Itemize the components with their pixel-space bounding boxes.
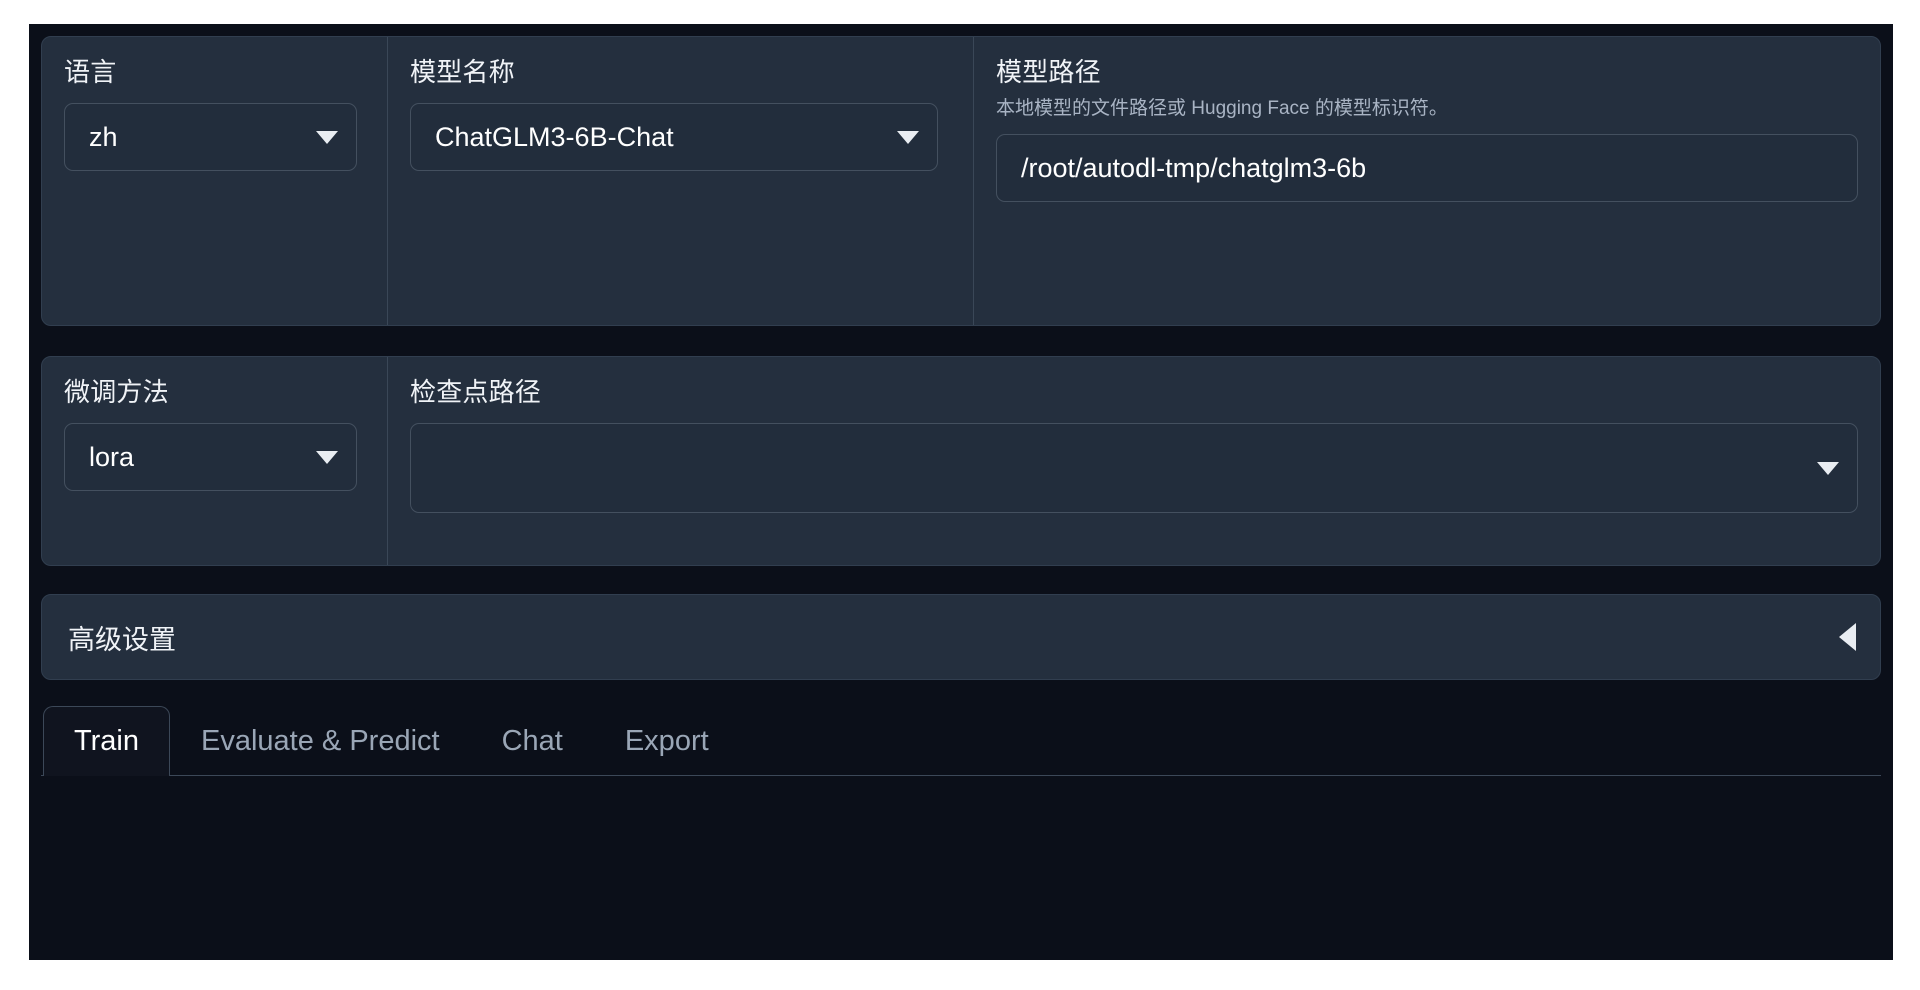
tab-chat-label: Chat	[501, 725, 563, 757]
language-value: zh	[89, 121, 118, 152]
chevron-down-icon	[897, 130, 919, 144]
tab-bar: Train Evaluate & Predict Chat Export	[41, 702, 1881, 776]
language-dropdown[interactable]: zh	[64, 103, 357, 171]
checkpoint-path-label: 检查点路径	[410, 377, 542, 407]
tab-chat[interactable]: Chat	[471, 706, 594, 776]
tab-evaluate-predict[interactable]: Evaluate & Predict	[170, 706, 471, 776]
checkpoint-path-dropdown[interactable]	[410, 423, 1858, 513]
finetuning-method-dropdown[interactable]: lora	[64, 423, 357, 491]
chevron-down-icon	[316, 450, 338, 464]
language-field-group: 语言 zh	[42, 37, 387, 325]
finetuning-method-field-group: 微调方法 lora	[42, 357, 387, 565]
model-name-label: 模型名称	[410, 57, 515, 87]
model-name-field-group: 模型名称 ChatGLM3-6B-Chat	[387, 37, 973, 325]
chevron-down-icon	[316, 130, 338, 144]
tab-export[interactable]: Export	[594, 706, 740, 776]
model-path-input-wrapper[interactable]: /root/autodl-tmp/chatglm3-6b	[996, 134, 1858, 202]
tab-train[interactable]: Train	[43, 706, 170, 776]
model-config-panel: 语言 zh 模型名称 ChatGLM3-6B-Chat 模型路径 本地模型的文件…	[41, 36, 1881, 326]
tab-evaluate-predict-label: Evaluate & Predict	[201, 725, 440, 757]
chevron-down-icon	[1817, 461, 1839, 475]
advanced-settings-accordion[interactable]: 高级设置	[41, 594, 1881, 680]
tab-train-label: Train	[74, 725, 139, 757]
finetuning-method-label: 微调方法	[64, 377, 169, 407]
chevron-left-icon[interactable]	[1839, 623, 1856, 651]
model-path-label: 模型路径	[996, 57, 1101, 87]
language-label: 语言	[64, 57, 117, 87]
model-name-dropdown[interactable]: ChatGLM3-6B-Chat	[410, 103, 938, 171]
model-path-field-group: 模型路径 本地模型的文件路径或 Hugging Face 的模型标识符。 /ro…	[973, 37, 1880, 325]
model-path-value: /root/autodl-tmp/chatglm3-6b	[1021, 152, 1367, 183]
tab-export-label: Export	[624, 725, 709, 757]
checkpoint-path-field-group: 检查点路径	[387, 357, 1880, 565]
model-name-value: ChatGLM3-6B-Chat	[435, 121, 674, 152]
finetune-config-panel: 微调方法 lora 检查点路径	[41, 356, 1881, 566]
model-path-info: 本地模型的文件路径或 Hugging Face 的模型标识符。	[996, 98, 1448, 119]
app-surface: 语言 zh 模型名称 ChatGLM3-6B-Chat 模型路径 本地模型的文件…	[29, 24, 1893, 960]
finetuning-method-value: lora	[89, 441, 135, 472]
advanced-settings-title: 高级设置	[68, 624, 176, 655]
